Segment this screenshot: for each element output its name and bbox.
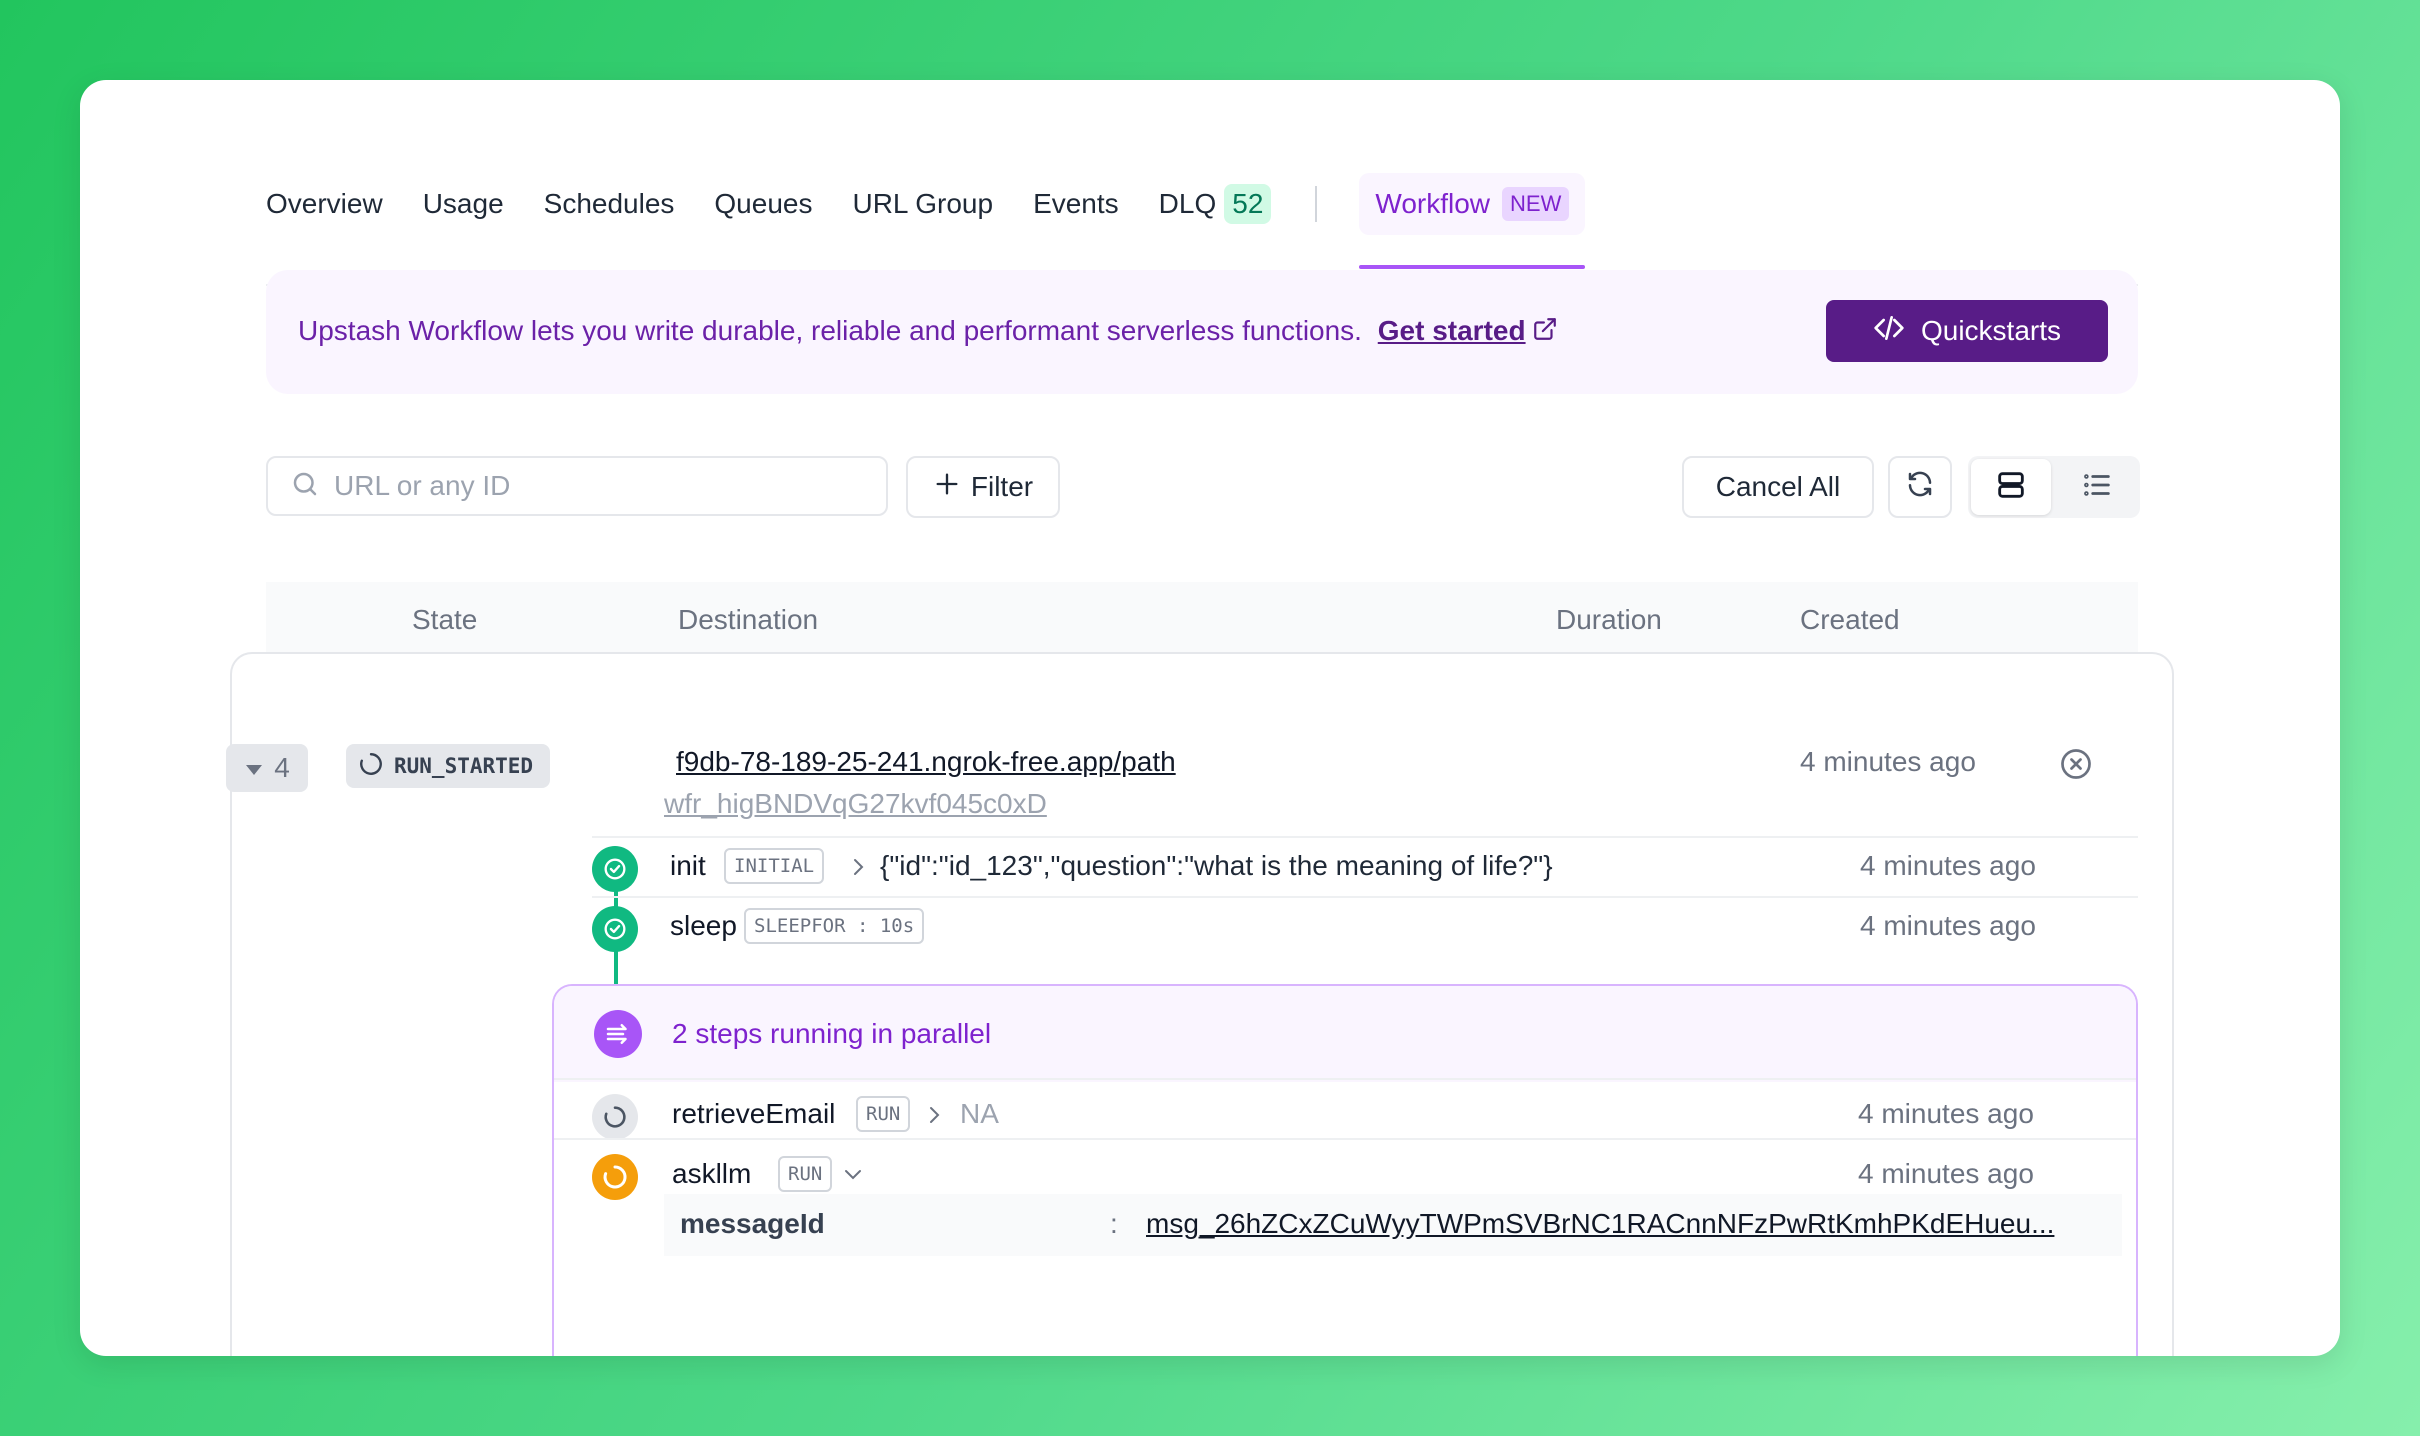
step-count: 4 (274, 752, 290, 783)
view-toggle (1968, 456, 2140, 518)
dlq-count-badge: 52 (1224, 184, 1272, 224)
search-icon (268, 469, 320, 504)
step-time: 4 minutes ago (1858, 1098, 2034, 1129)
header-destination: Destination (678, 604, 819, 635)
tab-queues[interactable]: Queues (714, 173, 812, 235)
parallel-label: 2 steps running in parallel (672, 1018, 992, 1049)
header-created: Created (1800, 604, 1900, 635)
check-circle-icon (592, 846, 638, 892)
run-destination-link[interactable]: f9db-78-189-25-241.ngrok-free.app/path (676, 746, 1176, 778)
tab-workflow[interactable]: Workflow NEW (1359, 173, 1586, 269)
step-name-init: init (670, 850, 706, 881)
new-badge: NEW (1502, 187, 1570, 221)
tab-dlq[interactable]: DLQ 52 (1159, 173, 1272, 235)
step-time: 4 minutes ago (1860, 910, 2036, 941)
tab-usage-label: Usage (422, 188, 504, 219)
step-type-tag: INITIAL (724, 848, 825, 884)
refresh-icon (1905, 469, 1935, 506)
tab-overview[interactable]: Overview (266, 173, 383, 235)
step-time: 4 minutes ago (1858, 1158, 2034, 1189)
get-started-label: Get started (1377, 314, 1526, 346)
filter-button[interactable]: Filter (906, 456, 1060, 518)
search-box (266, 456, 888, 516)
step-name-askllm: askllm (672, 1158, 752, 1189)
run-id-link[interactable]: wfr_higBNDVqG27kvf045c0xD (664, 788, 1047, 820)
tab-schedules-label: Schedules (543, 188, 675, 219)
step-type-tag: RUN (856, 1096, 911, 1132)
check-circle-icon (592, 906, 638, 952)
chevron-right-icon (922, 1100, 946, 1135)
tab-url-group[interactable]: URL Group (852, 173, 993, 235)
tab-events-label: Events (1033, 188, 1119, 219)
caret-down-icon (244, 752, 274, 784)
message-id-row: messageId : msg_26hZCxZCuWyyTWPmSVBrNC1R… (664, 1194, 2122, 1256)
message-id-key: messageId (680, 1208, 825, 1239)
step-separator (554, 1078, 2136, 1080)
quickstarts-label: Quickstarts (1920, 315, 2062, 346)
cancel-run-button[interactable] (2058, 746, 2094, 787)
tab-url-group-label: URL Group (852, 188, 994, 219)
tab-bar: Overview Usage Schedules Queues URL Grou… (266, 124, 2138, 286)
plus-icon (933, 470, 971, 505)
step-payload[interactable]: {"id":"id_123","question":"what is the m… (880, 850, 1553, 882)
external-link-icon (1532, 316, 1558, 349)
cancel-all-button[interactable]: Cancel All (1682, 456, 1874, 518)
spinner-icon (346, 751, 394, 782)
step-type-tag: SLEEPFOR : 10s (744, 908, 925, 944)
message-id-colon: : (1110, 1208, 1118, 1239)
cards-view-icon (1994, 468, 2028, 507)
step-separator (592, 896, 2138, 898)
cancel-circle-icon (2058, 749, 2094, 786)
run-created: 4 minutes ago (1800, 746, 1976, 777)
step-separator (554, 1138, 2136, 1140)
parallel-arrows-icon (594, 1010, 642, 1058)
dashboard-card: Overview Usage Schedules Queues URL Grou… (80, 80, 2340, 1356)
pending-spinner-icon (592, 1094, 638, 1140)
cancel-all-label: Cancel All (1715, 471, 1841, 502)
step-name-sleep: sleep (670, 910, 737, 941)
chevron-down-icon[interactable] (840, 1160, 866, 1195)
code-icon (1873, 312, 1921, 351)
banner-text: Upstash Workflow lets you write durable,… (298, 314, 1362, 346)
step-separator (592, 836, 2138, 838)
running-spinner-icon (592, 1154, 638, 1200)
tab-overview-label: Overview (266, 188, 383, 219)
step-type-tag: RUN (778, 1156, 833, 1192)
step-name-retrieve-email: retrieveEmail (672, 1098, 836, 1129)
header-duration: Duration (1556, 604, 1662, 635)
tab-workflow-label: Workflow (1375, 188, 1491, 219)
search-input[interactable] (332, 469, 856, 503)
tab-divider (1315, 186, 1318, 222)
tab-usage[interactable]: Usage (423, 173, 504, 235)
run-state: RUN_STARTED (394, 754, 534, 778)
message-id-link[interactable]: msg_26hZCxZCuWyyTWPmSVBrNC1RACnnNFzPwRtK… (1146, 1208, 2054, 1240)
header-state: State (412, 604, 478, 635)
cards-view-button[interactable] (1971, 459, 2051, 515)
step-time: 4 minutes ago (1860, 850, 2036, 881)
quickstarts-button[interactable]: Quickstarts (1826, 300, 2108, 362)
step-payload: NA (960, 1098, 999, 1129)
workflow-info-banner: Upstash Workflow lets you write durable,… (266, 270, 2138, 394)
refresh-button[interactable] (1888, 456, 1952, 518)
parallel-group-header: 2 steps running in parallel (554, 986, 2136, 1082)
chevron-right-icon (846, 852, 870, 887)
tab-queues-label: Queues (714, 188, 813, 219)
list-view-icon (2080, 468, 2114, 507)
tab-events[interactable]: Events (1033, 173, 1119, 235)
tab-dlq-label: DLQ (1158, 188, 1217, 219)
tab-schedules[interactable]: Schedules (544, 173, 675, 235)
table-header: State Destination Duration Created (266, 582, 2138, 654)
filter-label: Filter (970, 471, 1034, 502)
expand-steps-toggle[interactable]: 4 (226, 744, 308, 792)
get-started-link[interactable]: Get started (1378, 315, 1558, 346)
run-state-badge: RUN_STARTED (346, 744, 550, 788)
list-view-button[interactable] (2057, 459, 2137, 515)
